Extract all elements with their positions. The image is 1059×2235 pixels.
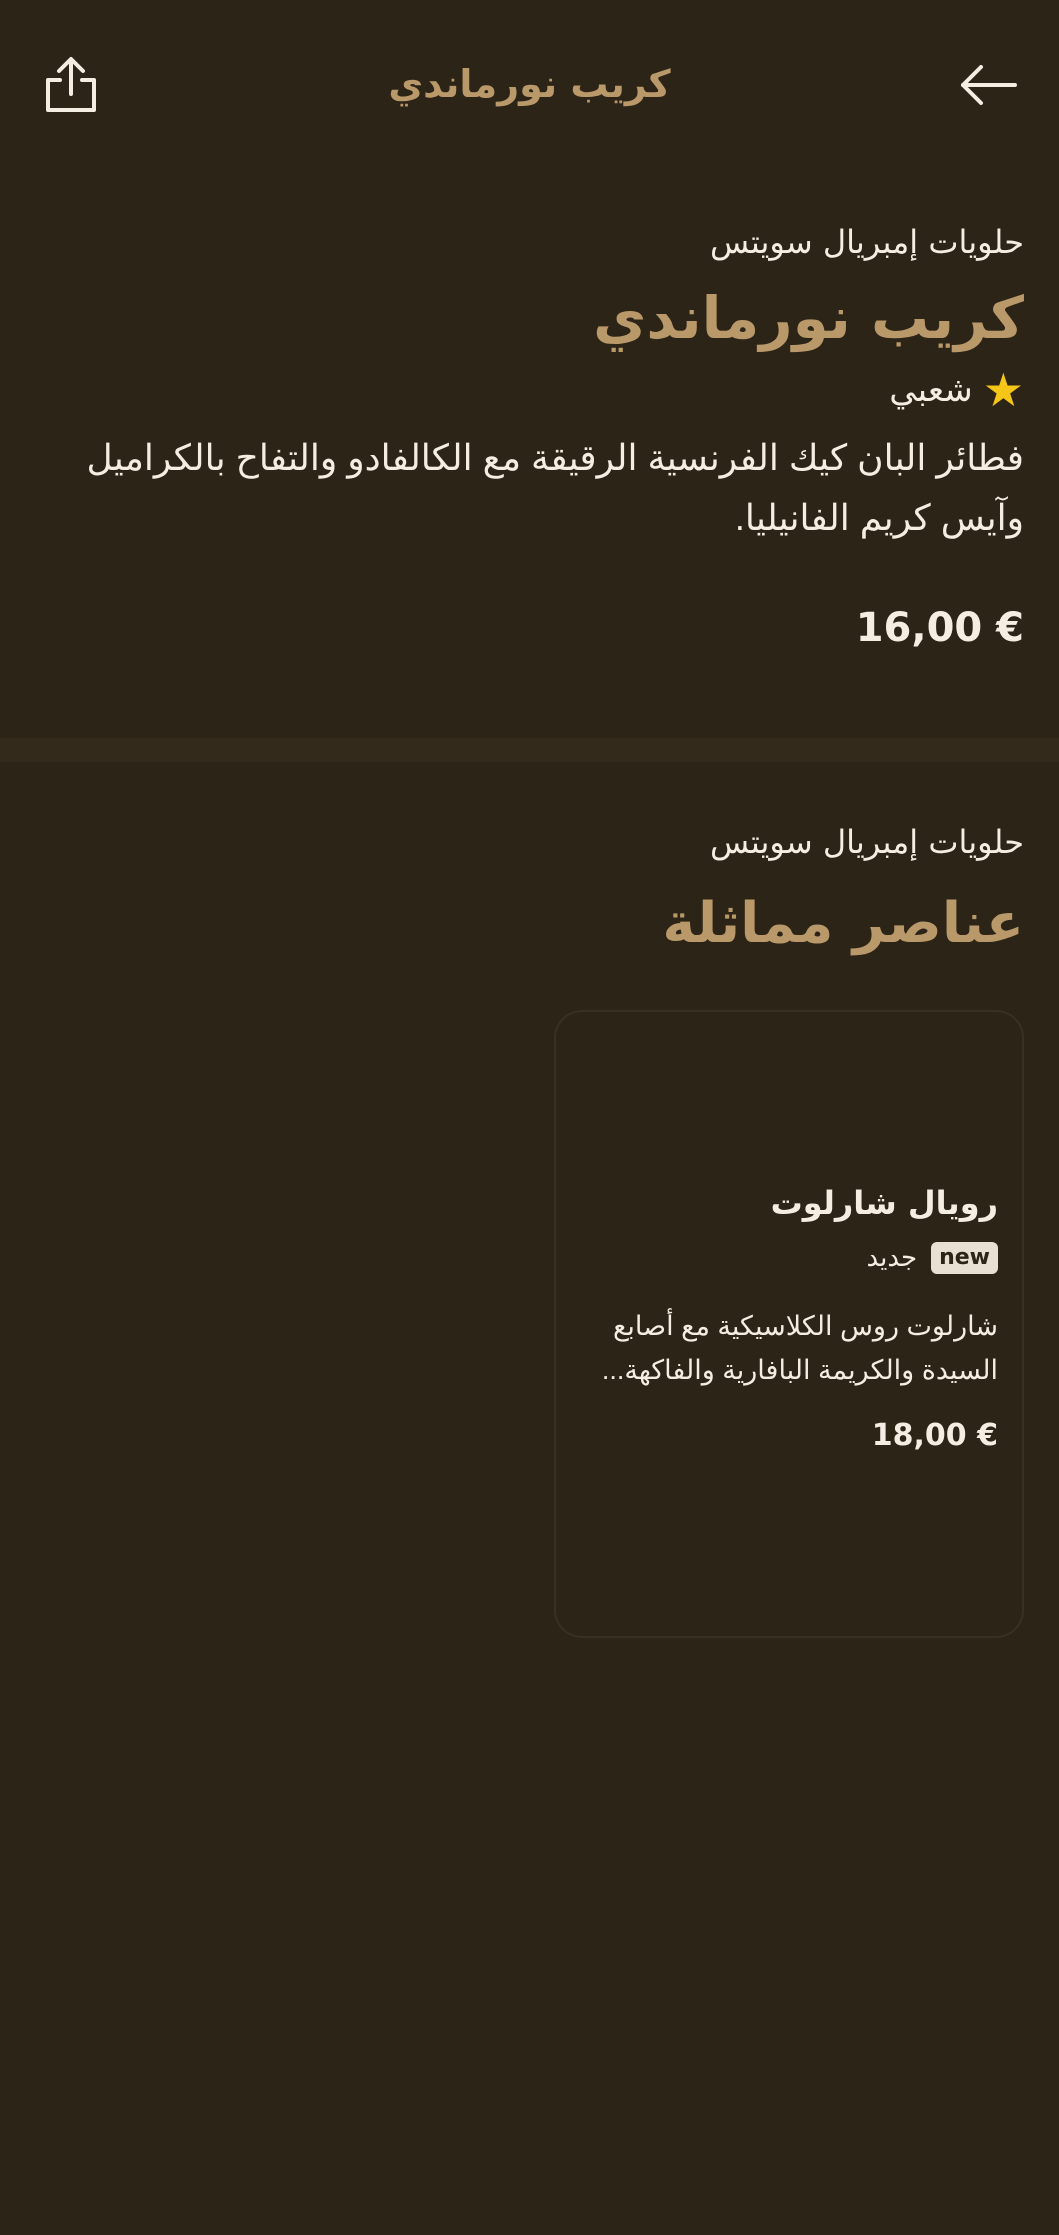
rating-row: ★ شعبي bbox=[35, 362, 1024, 418]
product-description: فطائر البان كيك الفرنسية الرقيقة مع الكا… bbox=[86, 437, 1024, 538]
similar-items-section: حلويات إمبريال سويتس عناصر مماثلة رويال … bbox=[0, 800, 1059, 2235]
page-title: كريب نورماندي bbox=[388, 62, 671, 106]
product-details: حلويات إمبريال سويتس كريب نورماندي ★ شعب… bbox=[0, 200, 1059, 738]
star-icon: ★ bbox=[982, 363, 1024, 417]
product-price: 16,00 € bbox=[855, 605, 1024, 651]
top-bar: كريب نورماندي bbox=[0, 0, 1059, 170]
product-title: كريب نورماندي bbox=[593, 284, 1024, 352]
similar-item-price: 18,00 € bbox=[871, 1418, 998, 1453]
badge-row: new جديد bbox=[580, 1238, 998, 1278]
similar-item-card[interactable]: رويال شارلوت new جديد شارلوت روس الكلاسي… bbox=[554, 1010, 1024, 1638]
similar-vendor-name[interactable]: حلويات إمبريال سويتس bbox=[35, 820, 1024, 864]
vendor-name[interactable]: حلويات إمبريال سويتس bbox=[35, 220, 1024, 264]
similar-items-title: عناصر مماثلة bbox=[662, 891, 1024, 956]
new-label: جديد bbox=[866, 1243, 918, 1273]
similar-item-description: شارلوت روس الكلاسيكية مع أصابع السيدة وا… bbox=[601, 1311, 998, 1385]
new-badge: new bbox=[931, 1242, 998, 1274]
back-button[interactable] bbox=[953, 50, 1023, 120]
arrow-right-icon bbox=[961, 65, 1017, 105]
popular-label: شعبي bbox=[889, 370, 973, 410]
similar-item-title: رويال شارلوت bbox=[770, 1184, 998, 1222]
section-divider bbox=[0, 738, 1059, 762]
